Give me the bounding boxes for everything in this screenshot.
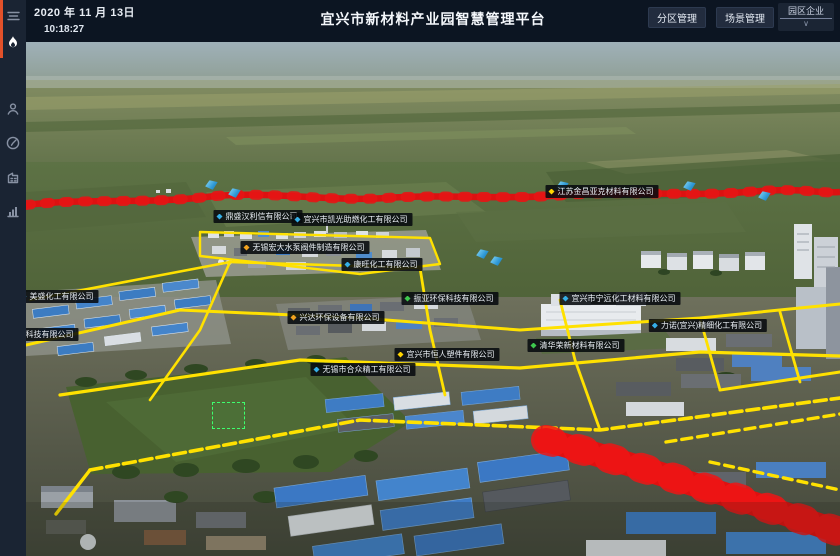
map-3d-view[interactable]: 鼎盛汉利信有限公司宜兴市凯光助燃化工有限公司无锡宏大水泵阀件制造有限公司康旺化工… [26, 42, 840, 556]
company-label[interactable]: 宜兴市宁远化工材料有限公司 [560, 292, 681, 305]
date-label: 2020 年 11 月 13日 [34, 4, 135, 20]
company-name: 宜兴市宁远化工材料有限公司 [572, 292, 676, 305]
factory-icon [5, 169, 21, 185]
company-name: 清华荣新材料有限公司 [540, 339, 620, 352]
scene-manage-button[interactable]: 场景管理 [716, 7, 774, 28]
company-pin-icon [217, 214, 223, 220]
company-label[interactable]: 振亚环保科技有限公司 [402, 292, 499, 305]
company-name: 鼎盛汉利信有限公司 [226, 210, 298, 223]
company-name: 康旺化工有限公司 [354, 258, 418, 271]
sidebar-item-statistics[interactable] [0, 198, 26, 224]
company-pin-icon [314, 367, 320, 373]
park-enterprise-dropdown[interactable]: 园区企业 ∨ [778, 3, 834, 31]
company-label[interactable]: 美盛化工有限公司 [26, 290, 99, 303]
company-name: 美盛化工有限公司 [30, 290, 94, 303]
company-name: 宜兴市恒人塑件有限公司 [407, 348, 495, 361]
gauge-icon [5, 135, 21, 151]
company-label[interactable]: 力诺(宜兴)精细化工有限公司 [649, 319, 767, 332]
bar-chart-icon [5, 203, 21, 219]
company-name: 兴达环保设备有限公司 [300, 311, 380, 324]
company-name: 振亚环保科技有限公司 [414, 292, 494, 305]
company-name: 力诺(宜兴)精细化工有限公司 [661, 319, 762, 332]
dropdown-label: 园区企业 [780, 4, 832, 19]
company-pin-icon [345, 262, 351, 268]
worker-icon [5, 101, 21, 117]
company-pin-icon [244, 245, 250, 251]
company-name: 宜兴阻燃材料科技有限公司 [26, 328, 74, 341]
datetime-block: 2020 年 11 月 13日 10:18:27 [34, 4, 135, 35]
company-label[interactable]: 康旺化工有限公司 [342, 258, 423, 271]
app-root: 2020 年 11 月 13日 10:18:27 宜兴市新材料产业园智慧管理平台… [0, 0, 840, 556]
flame-icon [5, 35, 21, 51]
company-pin-icon [549, 189, 555, 195]
company-pin-icon [563, 296, 569, 302]
sidebar-item-menu[interactable] [0, 3, 26, 29]
company-label[interactable]: 兴达环保设备有限公司 [288, 311, 385, 324]
company-name: 无锡市合众精工有限公司 [323, 363, 411, 376]
zone-manage-button[interactable]: 分区管理 [648, 7, 706, 28]
company-label[interactable]: 鼎盛汉利信有限公司 [214, 210, 303, 223]
company-label[interactable]: 宜兴阻燃材料科技有限公司 [26, 328, 79, 341]
company-pin-icon [531, 343, 537, 349]
sidebar-item-enterprise[interactable] [0, 164, 26, 190]
company-label[interactable]: 江苏金昌亚克材料有限公司 [546, 185, 659, 198]
top-bar: 2020 年 11 月 13日 10:18:27 宜兴市新材料产业园智慧管理平台… [26, 0, 840, 42]
company-name: 无锡宏大水泵阀件制造有限公司 [253, 241, 365, 254]
sidebar-item-fire-alarm[interactable] [0, 30, 26, 56]
company-label[interactable]: 宜兴市凯光助燃化工有限公司 [292, 213, 413, 226]
sidebar-item-personnel[interactable] [0, 96, 26, 122]
company-pin-icon [295, 217, 301, 223]
chevron-down-icon: ∨ [780, 19, 832, 28]
company-pin-icon [398, 352, 404, 358]
company-pin-icon [26, 294, 27, 300]
company-pin-icon [291, 315, 297, 321]
company-pin-icon [652, 323, 658, 329]
sidebar-item-monitor[interactable] [0, 130, 26, 156]
company-pin-icon [405, 296, 411, 302]
company-name: 宜兴市凯光助燃化工有限公司 [304, 213, 408, 226]
time-label: 10:18:27 [44, 24, 135, 35]
menu-icon [4, 7, 22, 25]
company-label[interactable]: 清华荣新材料有限公司 [528, 339, 625, 352]
sidebar [0, 0, 26, 556]
company-label[interactable]: 宜兴市恒人塑件有限公司 [395, 348, 500, 361]
company-name: 江苏金昌亚克材料有限公司 [558, 185, 654, 198]
company-label[interactable]: 无锡宏大水泵阀件制造有限公司 [241, 241, 370, 254]
company-label[interactable]: 无锡市合众精工有限公司 [311, 363, 416, 376]
selection-box[interactable] [212, 402, 245, 429]
page-title: 宜兴市新材料产业园智慧管理平台 [321, 9, 546, 29]
